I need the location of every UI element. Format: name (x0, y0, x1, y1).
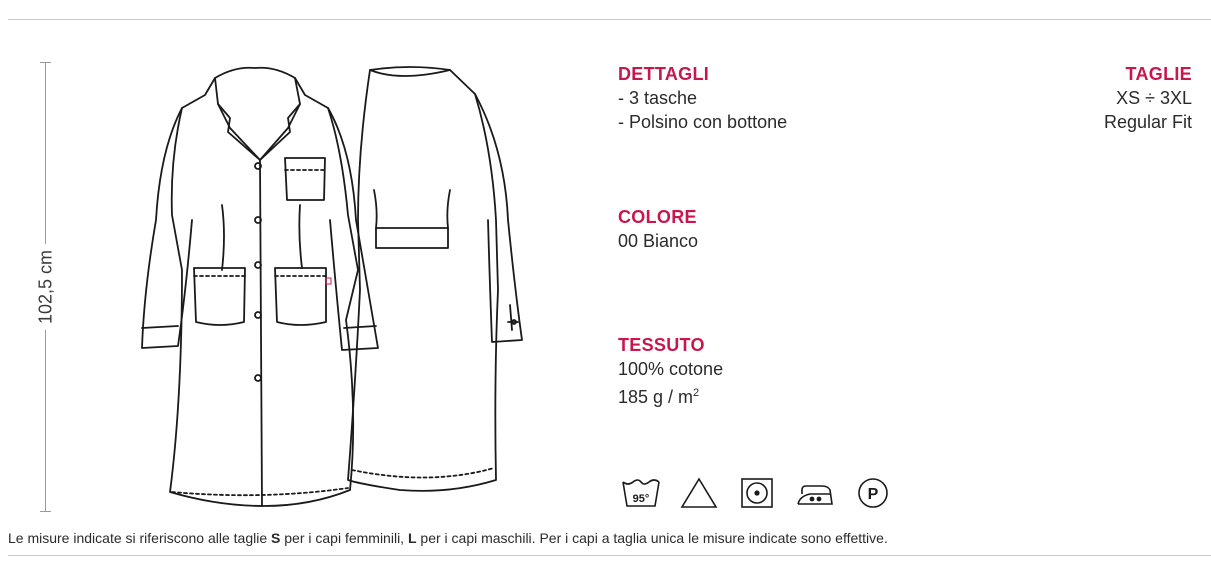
color-title: COLORE (618, 207, 697, 227)
note-text-3: per i capi maschili. Per i capi a taglia… (416, 530, 888, 546)
fabric-weight-exponent: 2 (693, 387, 700, 399)
length-label: 102,5 cm (35, 243, 57, 331)
details-section: DETTAGLI - 3 tasche - Polsino con botton… (618, 62, 787, 134)
top-divider (8, 19, 1211, 20)
iron-two-dots-icon (794, 476, 836, 510)
color-section: COLORE 00 Bianco (618, 205, 698, 253)
length-measure: 102,5 cm (35, 62, 57, 512)
wash-temp-label: 95° (633, 493, 650, 505)
note-size-l: L (407, 530, 417, 546)
measure-tick-bottom (40, 511, 51, 512)
bottom-divider (8, 555, 1211, 556)
sizes-section: TAGLIE XS ÷ 3XL Regular Fit (1104, 62, 1192, 134)
wash-95-icon: 95° (620, 476, 662, 510)
fabric-title: TESSUTO (618, 335, 705, 355)
coat-front-drawing (141, 66, 379, 507)
sizes-fit: Regular Fit (1103, 112, 1192, 132)
sizes-title: TAGLIE (1125, 64, 1192, 84)
details-item: - Polsino con bottone (618, 112, 788, 132)
fabric-composition: 100% cotone (618, 359, 724, 379)
coat-illustration (130, 60, 530, 510)
care-icons: 95° P (620, 476, 894, 510)
details-title: DETTAGLI (618, 64, 710, 84)
note-text-2: per i capi femminili, (280, 530, 408, 546)
fabric-section: TESSUTO 100% cotone 185 g / m2 (618, 333, 723, 409)
size-note: Le misure indicate si riferiscono alle t… (8, 530, 888, 546)
note-text-1: Le misure indicate si riferiscono alle t… (8, 530, 272, 546)
details-item: - 3 tasche (618, 88, 698, 108)
sizes-range: XS ÷ 3XL (1116, 88, 1192, 108)
tumble-dry-icon (736, 476, 778, 510)
measure-tick-top (40, 62, 51, 63)
bleach-triangle-icon (678, 476, 720, 510)
dry-clean-letter: P (868, 486, 879, 503)
fabric-weight-text: 185 g / m (618, 387, 694, 407)
dry-clean-p-icon: P (852, 476, 894, 510)
coat-back-drawing (347, 66, 523, 492)
note-size-s: S (271, 530, 281, 546)
color-value: 00 Bianco (618, 231, 699, 251)
fabric-weight: 185 g / m2 (618, 381, 723, 409)
